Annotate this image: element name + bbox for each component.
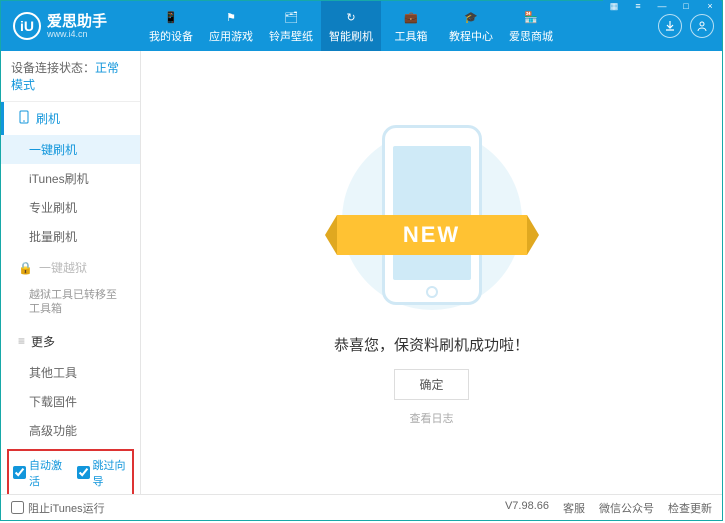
sidebar-section-more[interactable]: ≡ 更多 [1,325,140,358]
new-banner: NEW [337,215,527,255]
sidebar-item-flash-3[interactable]: 批量刷机 [1,222,140,251]
nav-label: 铃声壁纸 [269,28,313,44]
phone-illustration: NEW [357,120,507,320]
jailbreak-note: 越狱工具已转移至 工具箱 [1,284,140,325]
nav-item-5[interactable]: 🎓 教程中心 [441,1,501,51]
sidebar-section-label: 一键越狱 [39,259,87,276]
connection-status: 设备连接状态：正常模式 [1,51,140,102]
footer: 阻止iTunes运行 V7.98.66 客服 微信公众号 检查更新 [1,494,722,520]
lock-icon: 🔒 [18,261,33,275]
logo: iU 爱思助手 www.i4.cn [1,12,141,40]
block-itunes-input[interactable] [11,501,24,514]
sidebar-item-more-2[interactable]: 高级功能 [1,416,140,445]
nav-icon: 🎓 [462,8,480,26]
ok-button[interactable]: 确定 [394,369,468,400]
main-content: NEW 恭喜您，保资料刷机成功啦！ 确定 查看日志 [141,51,722,494]
settings-button[interactable]: ▦ [603,0,625,12]
sidebar-item-more-0[interactable]: 其他工具 [1,358,140,387]
auto-activate-input[interactable] [13,466,26,479]
menu-icon: ≡ [18,334,25,348]
nav-item-4[interactable]: 💼 工具箱 [381,1,441,51]
conn-label: 设备连接状态： [11,61,95,75]
nav-label: 工具箱 [395,28,428,44]
update-link[interactable]: 检查更新 [668,500,712,516]
nav-item-0[interactable]: 📱 我的设备 [141,1,201,51]
sidebar-item-flash-1[interactable]: iTunes刷机 [1,164,140,193]
close-button[interactable]: × [699,0,721,12]
nav-item-3[interactable]: ↻ 智能刷机 [321,1,381,51]
app-name: 爱思助手 [47,14,107,29]
options-box: 自动激活 跳过向导 [7,449,134,494]
nav-label: 智能刷机 [329,28,373,44]
nav-icon: 🏪 [522,8,540,26]
nav-label: 应用游戏 [209,28,253,44]
view-log-link[interactable]: 查看日志 [410,410,454,426]
sidebar: 设备连接状态：正常模式 刷机 一键刷机iTunes刷机专业刷机批量刷机 🔒 一键… [1,51,141,494]
nav-label: 我的设备 [149,28,193,44]
nav-label: 爱思商城 [509,28,553,44]
nav-item-2[interactable]: 🗂 铃声壁纸 [261,1,321,51]
auto-activate-label: 自动激活 [29,457,65,489]
block-itunes-checkbox[interactable]: 阻止iTunes运行 [11,500,105,516]
nav-icon: 💼 [402,8,420,26]
sidebar-item-more-1[interactable]: 下载固件 [1,387,140,416]
version-label: V7.98.66 [505,500,549,516]
main-nav: 📱 我的设备 ⚑ 应用游戏 🗂 铃声壁纸 ↻ 智能刷机 💼 工具箱 🎓 教程中心 🏪 爱思商城 [141,1,658,51]
sidebar-section-flash[interactable]: 刷机 [1,102,140,135]
window-controls: ▦ ≡ — □ × [603,0,721,12]
nav-item-1[interactable]: ⚑ 应用游戏 [201,1,261,51]
sidebar-section-label: 刷机 [36,110,60,127]
app-url: www.i4.cn [47,29,107,39]
sidebar-item-flash-0[interactable]: 一键刷机 [1,135,140,164]
success-message: 恭喜您，保资料刷机成功啦！ [334,334,529,355]
nav-item-6[interactable]: 🏪 爱思商城 [501,1,561,51]
sidebar-item-flash-2[interactable]: 专业刷机 [1,193,140,222]
minimize-button[interactable]: — [651,0,673,12]
maximize-button[interactable]: □ [675,0,697,12]
sidebar-section-label: 更多 [31,333,55,350]
nav-label: 教程中心 [449,28,493,44]
skip-guide-label: 跳过向导 [93,457,129,489]
skip-guide-input[interactable] [77,466,90,479]
wechat-link[interactable]: 微信公众号 [599,500,654,516]
skin-button[interactable]: ≡ [627,0,649,12]
auto-activate-checkbox[interactable]: 自动激活 [13,457,65,489]
skip-guide-checkbox[interactable]: 跳过向导 [77,457,129,489]
block-itunes-label: 阻止iTunes运行 [28,500,105,516]
nav-icon: ↻ [342,8,360,26]
user-icon[interactable] [690,14,714,38]
service-link[interactable]: 客服 [563,500,585,516]
sidebar-section-jailbreak: 🔒 一键越狱 [1,251,140,284]
phone-icon [18,110,30,127]
download-icon[interactable] [658,14,682,38]
nav-icon: ⚑ [222,8,240,26]
logo-icon: iU [13,12,41,40]
nav-icon: 📱 [162,8,180,26]
nav-icon: 🗂 [282,8,300,26]
